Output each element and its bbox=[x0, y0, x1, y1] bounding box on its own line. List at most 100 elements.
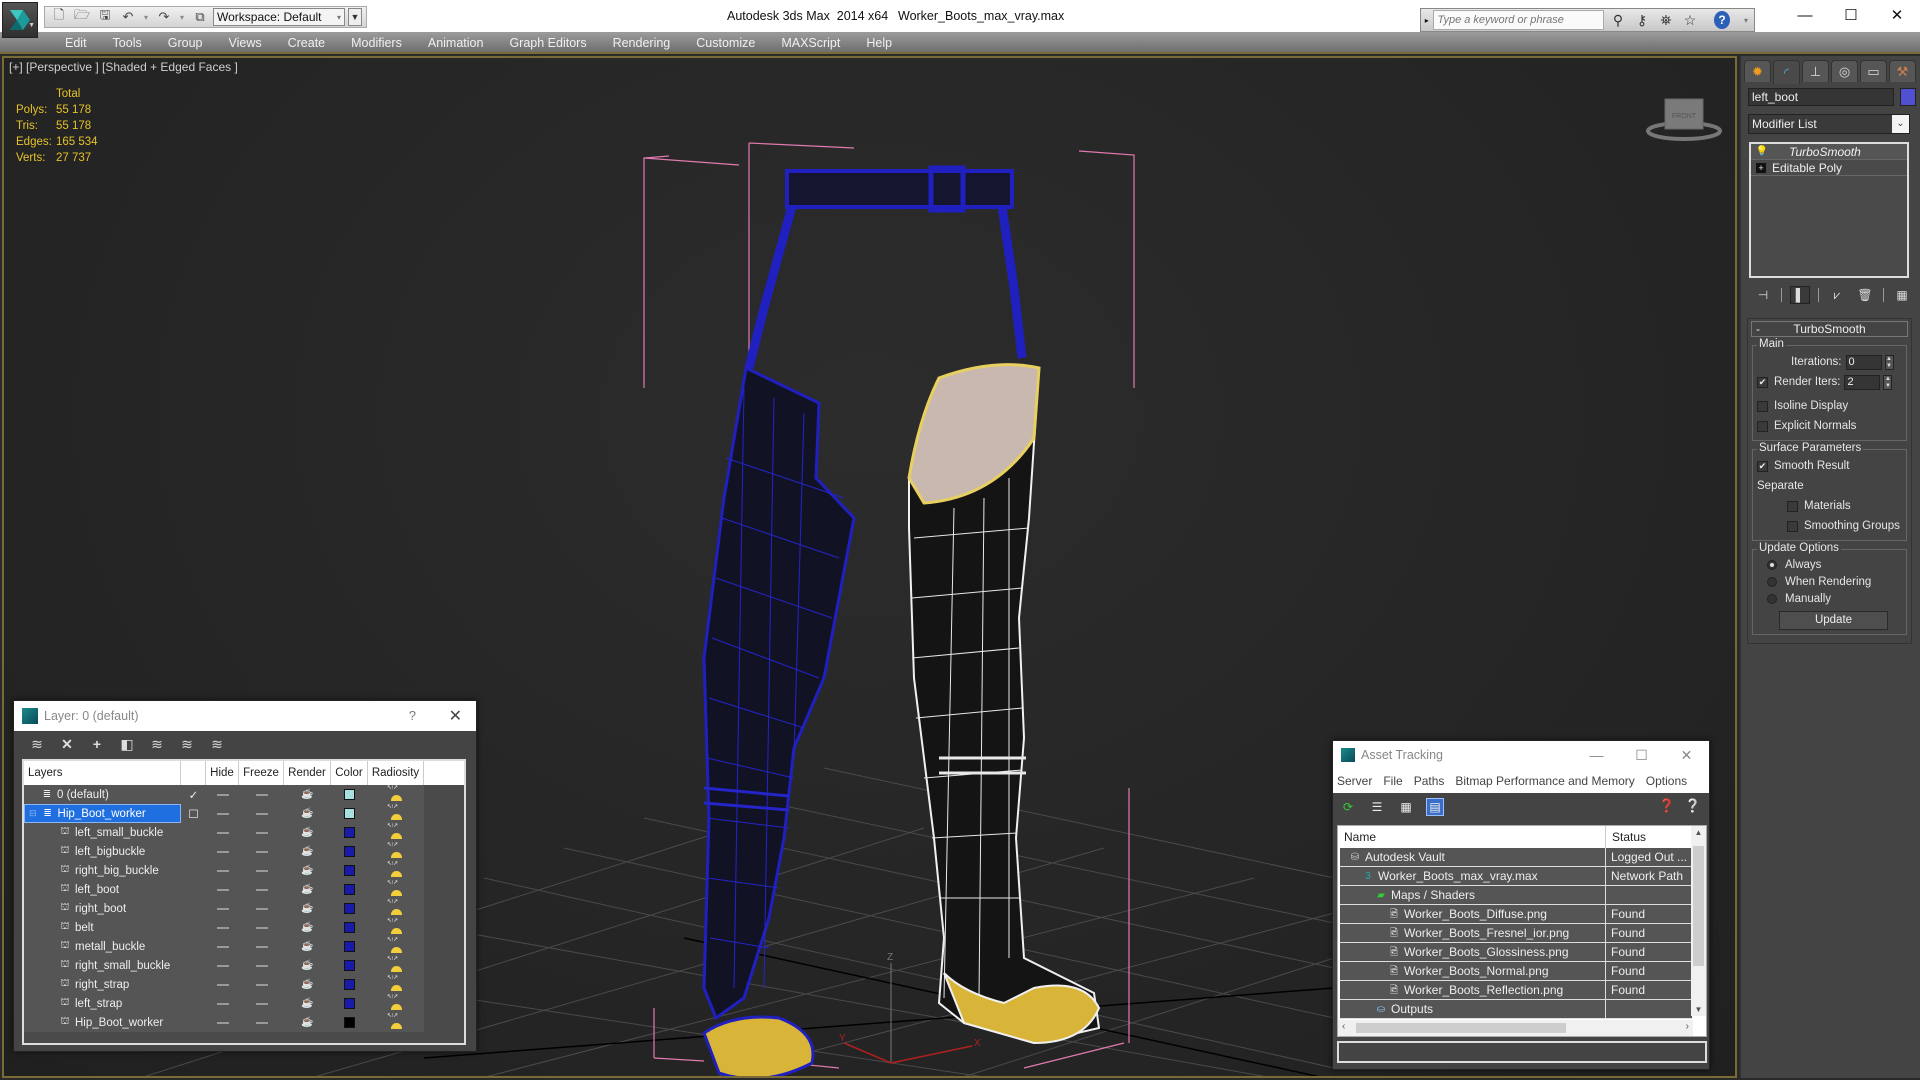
layer-row[interactable]: ≣ 0 (default) ✓ ☕ bbox=[24, 784, 424, 804]
current-layer-cell[interactable]: ✓ bbox=[181, 785, 206, 804]
menu-rendering[interactable]: Rendering bbox=[602, 33, 686, 52]
render-toggle[interactable]: ☕ bbox=[284, 975, 331, 994]
help-dropdown-icon[interactable]: ▾ bbox=[1738, 16, 1754, 25]
workspace-select[interactable]: Workspace: Default ▾ bbox=[213, 8, 345, 26]
collapse-icon[interactable]: ⊟ bbox=[29, 808, 37, 819]
current-layer-cell[interactable] bbox=[181, 842, 206, 861]
render-toggle[interactable]: ☕ bbox=[284, 880, 331, 899]
menu-animation[interactable]: Animation bbox=[417, 33, 499, 52]
delete-layer-icon[interactable]: ✕ bbox=[58, 736, 76, 753]
motion-tab-icon[interactable]: ◎ bbox=[1831, 60, 1858, 82]
column-header-render[interactable]: Render bbox=[284, 761, 331, 785]
asset-name-cell[interactable]: 🖻 Worker_Boots_Diffuse.png bbox=[1340, 904, 1606, 924]
scrollbar-thumb[interactable] bbox=[1693, 846, 1704, 966]
menu-group[interactable]: Group bbox=[157, 33, 218, 52]
render-toggle[interactable]: ☕ bbox=[284, 918, 331, 937]
freeze-toggle[interactable] bbox=[239, 842, 284, 861]
radiosity-toggle[interactable] bbox=[368, 841, 424, 861]
color-swatch[interactable] bbox=[344, 808, 355, 819]
asset-name-cell[interactable]: 🖻 Worker_Boots_Fresnel_ior.png bbox=[1340, 923, 1606, 943]
layer-name-cell[interactable]: ⛫ metall_buckle bbox=[24, 937, 181, 956]
freeze-toggle[interactable] bbox=[239, 956, 284, 975]
close-icon[interactable]: ✕ bbox=[1874, 0, 1920, 30]
isoline-checkbox[interactable] bbox=[1757, 400, 1768, 412]
column-header-current[interactable] bbox=[181, 761, 206, 785]
hide-toggle[interactable] bbox=[206, 880, 239, 899]
column-header-name[interactable]: Name bbox=[1338, 826, 1606, 848]
smoothing-groups-checkbox[interactable] bbox=[1787, 520, 1798, 532]
asset-name-cell[interactable]: ⛁ Autodesk Vault bbox=[1340, 847, 1606, 867]
render-toggle[interactable]: ☕ bbox=[284, 842, 331, 861]
radiosity-toggle[interactable] bbox=[368, 822, 424, 842]
current-layer-cell[interactable] bbox=[181, 861, 206, 880]
radiosity-toggle[interactable] bbox=[368, 936, 424, 956]
freeze-toggle[interactable] bbox=[239, 823, 284, 842]
smooth-result-checkbox[interactable]: ✔ bbox=[1757, 460, 1768, 472]
color-cell[interactable] bbox=[331, 1013, 368, 1032]
configure-modifier-sets-icon[interactable]: ▦ bbox=[1892, 286, 1912, 304]
rollout-header[interactable]: - TurboSmooth bbox=[1751, 321, 1908, 337]
current-layer-cell[interactable]: ☐ bbox=[181, 804, 206, 823]
app-menu-button[interactable]: ▼ bbox=[2, 2, 38, 38]
viewport-label[interactable]: [+] [Perspective ] [Shaded + Edged Faces… bbox=[9, 60, 238, 74]
expand-icon[interactable]: ▸ bbox=[1421, 16, 1433, 25]
help-icon[interactable]: ? bbox=[1714, 11, 1730, 29]
color-swatch[interactable] bbox=[344, 1017, 355, 1028]
pin-stack-icon[interactable]: ⊣ bbox=[1753, 286, 1773, 304]
column-header-color[interactable]: Color bbox=[331, 761, 368, 785]
minimize-icon[interactable]: — bbox=[1574, 741, 1619, 769]
color-swatch[interactable] bbox=[344, 884, 355, 895]
hide-toggle[interactable] bbox=[206, 785, 239, 804]
undo-dropdown-icon[interactable]: ▾ bbox=[141, 8, 151, 26]
color-swatch[interactable] bbox=[344, 960, 355, 971]
layer-name-cell[interactable]: ⊟ ≣ Hip_Boot_worker bbox=[24, 804, 181, 823]
asset-row[interactable]: ▰ Maps / Shaders bbox=[1340, 885, 1692, 905]
radiosity-toggle[interactable] bbox=[368, 879, 424, 899]
refresh-icon[interactable]: ⟳ bbox=[1339, 798, 1357, 816]
close-icon[interactable]: ✕ bbox=[449, 706, 462, 726]
render-toggle[interactable]: ☕ bbox=[284, 899, 331, 918]
radiosity-toggle[interactable] bbox=[368, 993, 424, 1013]
menu-paths[interactable]: Paths bbox=[1414, 774, 1445, 788]
menu-modifiers[interactable]: Modifiers bbox=[340, 33, 417, 52]
menu-edit[interactable]: Edit bbox=[54, 33, 102, 52]
hierarchy-tab-icon[interactable]: ⊥ bbox=[1802, 60, 1829, 82]
render-toggle[interactable]: ☕ bbox=[284, 1013, 331, 1032]
update-always-radio[interactable] bbox=[1767, 559, 1777, 570]
update-manually-row[interactable]: Manually bbox=[1757, 590, 1902, 607]
render-toggle[interactable]: ☕ bbox=[284, 861, 331, 880]
vertical-scrollbar[interactable]: ▲ ▼ bbox=[1691, 826, 1706, 1016]
freeze-toggle[interactable] bbox=[239, 899, 284, 918]
hide-toggle[interactable] bbox=[206, 918, 239, 937]
menu-views[interactable]: Views bbox=[217, 33, 276, 52]
current-layer-cell[interactable] bbox=[181, 975, 206, 994]
menu-maxscript[interactable]: MAXScript bbox=[770, 33, 855, 52]
color-cell[interactable] bbox=[331, 861, 368, 880]
freeze-unfreeze-all-icon[interactable]: ≋ bbox=[208, 736, 226, 753]
layer-name-cell[interactable]: ⛫ left_strap bbox=[24, 994, 181, 1013]
column-header-freeze[interactable]: Freeze bbox=[239, 761, 284, 785]
menu-customize[interactable]: Customize bbox=[685, 33, 770, 52]
render-iters-checkbox[interactable]: ✔ bbox=[1757, 376, 1768, 388]
viewcube[interactable]: FRONT bbox=[1644, 93, 1724, 143]
hide-unhide-all-icon[interactable]: ≋ bbox=[178, 736, 196, 753]
explicit-normals-checkbox[interactable] bbox=[1757, 420, 1768, 432]
menu-server[interactable]: Server bbox=[1337, 774, 1372, 788]
radiosity-toggle[interactable] bbox=[368, 898, 424, 918]
asset-name-cell[interactable]: 🖻 Worker_Boots_Normal.png bbox=[1340, 961, 1606, 981]
select-objects-in-layer-icon[interactable]: ◧ bbox=[118, 736, 136, 753]
asset-row[interactable]: ⛁ Autodesk Vault Logged Out ... bbox=[1340, 847, 1692, 867]
layer-name-cell[interactable]: ⛫ left_bigbuckle bbox=[24, 842, 181, 861]
modify-tab-icon[interactable]: ◜ bbox=[1773, 60, 1800, 84]
asset-row[interactable]: 🖻 Worker_Boots_Reflection.png Found bbox=[1340, 980, 1692, 1000]
hide-toggle[interactable] bbox=[206, 956, 239, 975]
radiosity-toggle[interactable] bbox=[368, 803, 424, 823]
layer-name-cell[interactable]: ⛫ right_big_buckle bbox=[24, 861, 181, 880]
color-cell[interactable] bbox=[331, 918, 368, 937]
scroll-left-icon[interactable]: ‹ bbox=[1342, 1021, 1345, 1032]
scroll-down-icon[interactable]: ▼ bbox=[1691, 1005, 1706, 1014]
table-view-icon[interactable]: ▤ bbox=[1426, 798, 1444, 816]
column-header-radiosity[interactable]: Radiosity bbox=[368, 761, 424, 785]
freeze-toggle[interactable] bbox=[239, 937, 284, 956]
color-swatch[interactable] bbox=[344, 998, 355, 1009]
